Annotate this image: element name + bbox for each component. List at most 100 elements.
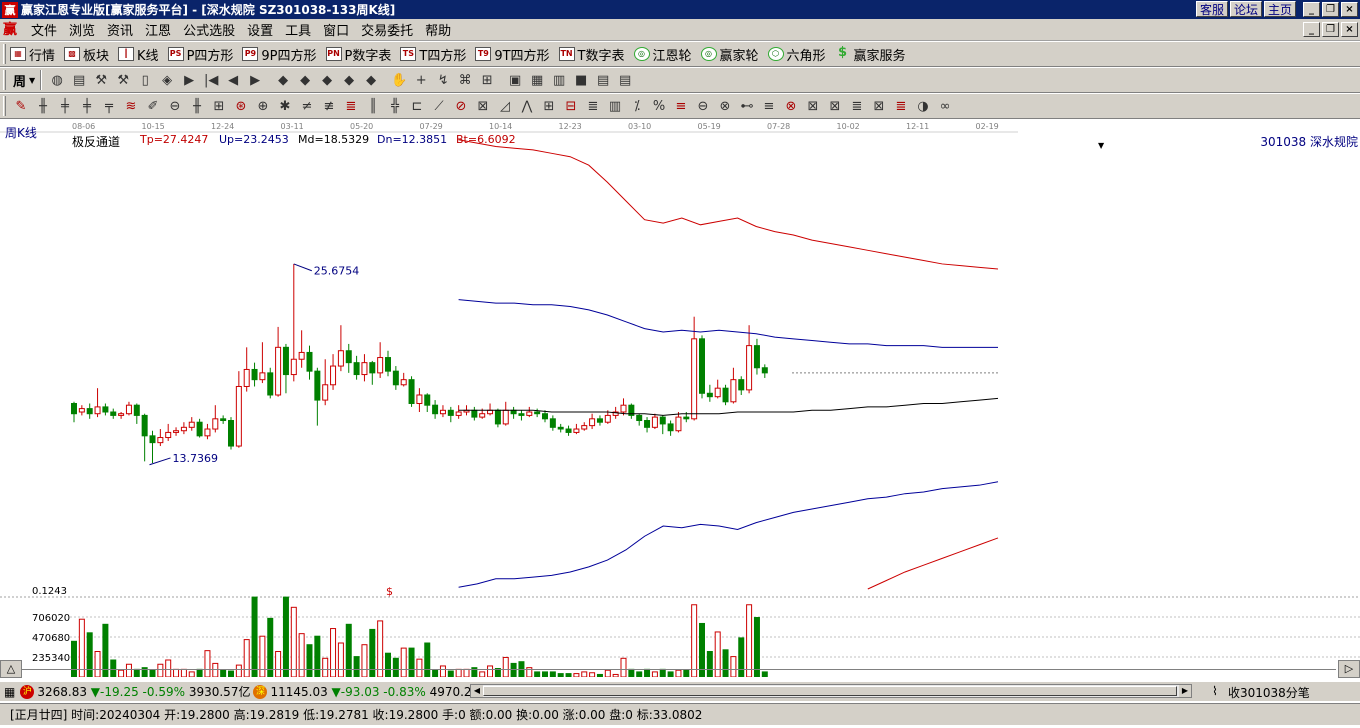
doc-icon[interactable]: ▥ <box>550 71 568 89</box>
trend-icon[interactable]: ↯ <box>434 71 452 89</box>
draw-tool-icon[interactable]: ✐ <box>144 97 162 115</box>
minimize-icon[interactable]: _ <box>1303 2 1320 17</box>
link-forum[interactable]: 论坛 <box>1229 1 1262 17</box>
menu-file[interactable]: 文件 <box>25 20 63 39</box>
kline-chart[interactable]: 08-06 10-15 12-24 03-11 05-20 07-29 10-14 12-23… <box>0 119 1360 677</box>
draw-tool-icon[interactable]: ≡ <box>672 97 690 115</box>
calc-icon[interactable]: ▦ <box>528 71 546 89</box>
link-service[interactable]: 客服 <box>1195 1 1228 17</box>
toolbar-button-8[interactable]: TN T数字表 <box>558 45 625 64</box>
draw-tool-icon[interactable]: ✱ <box>276 97 294 115</box>
draw-tool-icon[interactable]: ⊠ <box>826 97 844 115</box>
toolbar-button-9[interactable]: ◎ 江恩轮 <box>633 45 692 64</box>
hand-icon[interactable]: ✋ <box>390 71 408 89</box>
draw-tool-icon[interactable]: ≣ <box>892 97 910 115</box>
draw-tool-icon[interactable]: ◑ <box>914 97 932 115</box>
draw-tool-icon[interactable]: ⊗ <box>782 97 800 115</box>
toolbar-button-0[interactable]: ▦ 行情 <box>10 45 55 64</box>
draw-tool-icon[interactable]: ╬ <box>386 97 404 115</box>
draw-tool-icon[interactable]: ╫ <box>34 97 52 115</box>
draw-tool-icon[interactable]: ∞ <box>936 97 954 115</box>
diamond-icon[interactable]: ◆ <box>296 71 314 89</box>
menu-tools[interactable]: 工具 <box>279 20 317 39</box>
draw-tool-icon[interactable]: ≣ <box>848 97 866 115</box>
table-icon[interactable]: ▤ <box>70 71 88 89</box>
link-home[interactable]: 主页 <box>1263 1 1296 17</box>
menu-gann[interactable]: 江恩 <box>139 20 177 39</box>
diamond-icon[interactable]: ◆ <box>362 71 380 89</box>
draw-tool-icon[interactable]: ◿ <box>496 97 514 115</box>
scroll-thumb[interactable] <box>483 686 1177 696</box>
draw-tool-icon[interactable]: ▥ <box>606 97 624 115</box>
draw-tool-icon[interactable]: ⊠ <box>870 97 888 115</box>
draw-tool-icon[interactable]: ⊞ <box>210 97 228 115</box>
draw-tool-icon[interactable]: ≠ <box>298 97 316 115</box>
draw-tool-icon[interactable]: ⊷ <box>738 97 756 115</box>
menu-formula[interactable]: 公式选股 <box>177 20 241 39</box>
chart-area[interactable]: 08-06 10-15 12-24 03-11 05-20 07-29 10-14 12-23… <box>0 119 1360 677</box>
toolbar-button-7[interactable]: T9 9T四方形 <box>475 45 550 64</box>
next-icon[interactable]: ▶ <box>246 71 264 89</box>
scroll-left-icon[interactable]: △ <box>0 660 22 678</box>
menu-browse[interactable]: 浏览 <box>63 20 101 39</box>
grid-icon[interactable]: ▦ <box>4 685 15 699</box>
mdi-logo-icon[interactable]: 赢 <box>3 21 21 39</box>
mdi-minimize-icon[interactable]: _ <box>1303 22 1320 37</box>
first-icon[interactable]: |◀ <box>202 71 220 89</box>
draw-tool-icon[interactable]: ≋ <box>122 97 140 115</box>
draw-tool-icon[interactable]: ⊖ <box>166 97 184 115</box>
status-scrollbar[interactable]: ◀ ▶ <box>470 684 1192 698</box>
save-icon[interactable]: ■ <box>572 71 590 89</box>
menu-news[interactable]: 资讯 <box>101 20 139 39</box>
toolbar-button-6[interactable]: TS T四方形 <box>400 45 466 64</box>
cross-icon[interactable]: + <box>412 71 430 89</box>
draw-tool-icon[interactable]: ≣ <box>584 97 602 115</box>
prev-icon[interactable]: ◀ <box>224 71 242 89</box>
mdi-close-icon[interactable]: × <box>1341 22 1358 37</box>
toolbar-button-12[interactable]: $ 赢家服务 <box>835 45 906 64</box>
calendar-icon[interactable]: ▣ <box>506 71 524 89</box>
draw-tool-icon[interactable]: ⊖ <box>694 97 712 115</box>
draw-tool-icon[interactable]: ⊗ <box>716 97 734 115</box>
draw-tool-icon[interactable]: ╪ <box>78 97 96 115</box>
draw-tool-icon[interactable]: ╤ <box>100 97 118 115</box>
tick-detail-label[interactable]: 收301038分笔 <box>1228 684 1310 701</box>
mdi-restore-icon[interactable]: ❐ <box>1322 22 1339 37</box>
bar-icon[interactable]: ▯ <box>136 71 154 89</box>
toolbar-button-4[interactable]: P9 9P四方形 <box>242 45 317 64</box>
link-icon[interactable]: ⌘ <box>456 71 474 89</box>
draw-tool-icon[interactable]: ⊘ <box>452 97 470 115</box>
print-icon[interactable]: ▤ <box>594 71 612 89</box>
toolbar-button-1[interactable]: ▩ 板块 <box>64 45 109 64</box>
draw-tool-icon[interactable]: ⊛ <box>232 97 250 115</box>
draw-tool-icon[interactable]: ≢ <box>320 97 338 115</box>
draw-tool-icon[interactable]: ⋀ <box>518 97 536 115</box>
draw-tool-icon[interactable]: ⊕ <box>254 97 272 115</box>
restore-icon[interactable]: ❐ <box>1322 2 1339 17</box>
tool-icon[interactable]: ⚒ <box>92 71 110 89</box>
draw-tool-icon[interactable]: ⊠ <box>804 97 822 115</box>
draw-tool-icon[interactable]: ⊏ <box>408 97 426 115</box>
menu-trade[interactable]: 交易委托 <box>355 20 419 39</box>
export-icon[interactable]: ▤ <box>616 71 634 89</box>
draw-tool-icon[interactable]: ╫ <box>188 97 206 115</box>
draw-tool-icon[interactable]: ✎ <box>12 97 30 115</box>
play-icon[interactable]: ▶ <box>180 71 198 89</box>
toolbar-button-2[interactable]: ┃ K线 <box>118 45 159 64</box>
scroll-left-icon[interactable]: ◀ <box>471 685 483 697</box>
period-select[interactable]: 周 ▼ <box>10 71 38 90</box>
zoom-icon[interactable]: ◈ <box>158 71 176 89</box>
draw-tool-icon[interactable]: ⊠ <box>474 97 492 115</box>
draw-tool-icon[interactable]: ⊟ <box>562 97 580 115</box>
scroll-right-icon[interactable]: ▶ <box>1179 685 1191 697</box>
crosshair-icon[interactable]: ◍ <box>48 71 66 89</box>
toolbar-button-11[interactable]: ⬡ 六角形 <box>767 45 826 64</box>
draw-tool-icon[interactable]: ⊞ <box>540 97 558 115</box>
toolbar-button-5[interactable]: PN P数字表 <box>325 45 391 64</box>
scroll-right-icon[interactable]: ▷ <box>1338 660 1360 678</box>
menu-help[interactable]: 帮助 <box>419 20 457 39</box>
draw-tool-icon[interactable]: ≣ <box>342 97 360 115</box>
tool-icon[interactable]: ⚒ <box>114 71 132 89</box>
chart-scrollbar[interactable]: △ ▷ <box>0 660 1360 678</box>
diamond-icon[interactable]: ◆ <box>274 71 292 89</box>
